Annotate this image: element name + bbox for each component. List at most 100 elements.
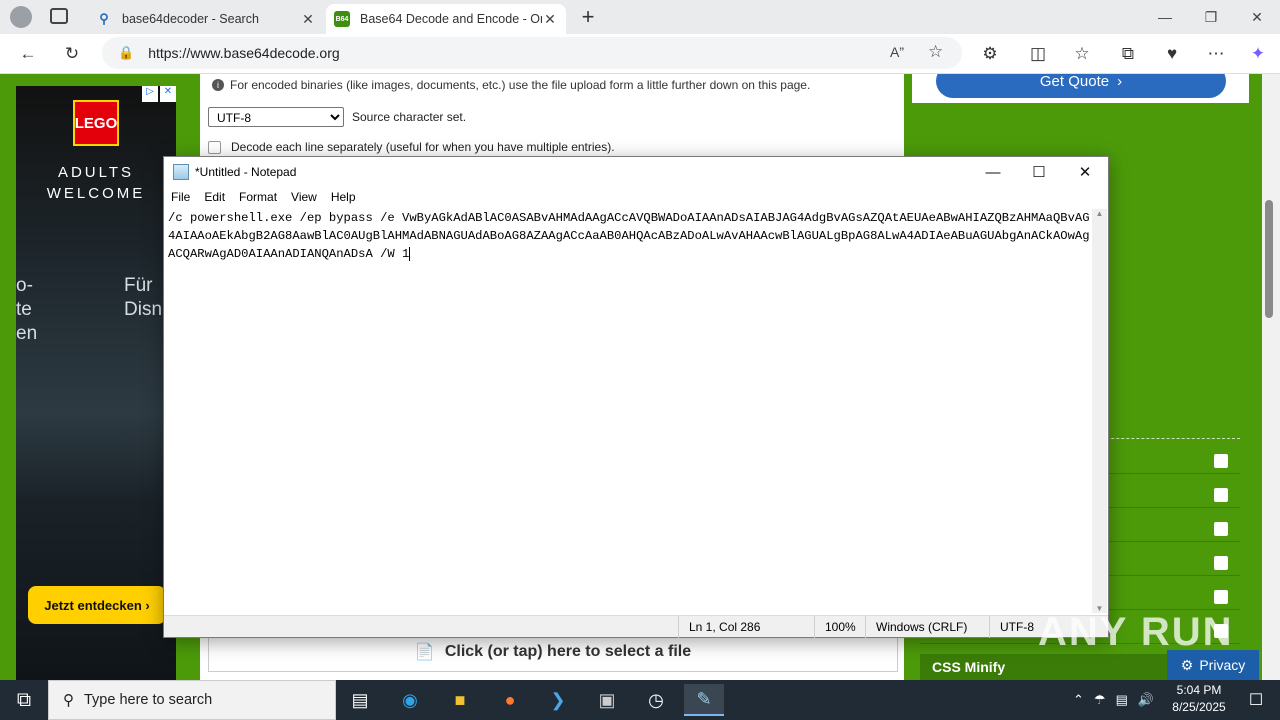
chevron-up-icon[interactable]: ⌃ xyxy=(1073,692,1084,708)
notepad-taskbar-icon[interactable]: ✎ xyxy=(684,684,724,716)
lego-advertisement[interactable]: ▷ ✕ LEGO ADULTS WELCOME o- te en Für Dis… xyxy=(16,86,176,680)
new-tab-button[interactable]: + xyxy=(576,4,600,30)
ad-text-fragment-right: Für Disn xyxy=(124,275,163,320)
anyrun-watermark: ANY RUN xyxy=(1038,610,1234,654)
read-aloud-icon[interactable]: A” xyxy=(890,44,904,60)
favorite-star-icon[interactable]: ☆ xyxy=(928,42,943,62)
more-menu-icon[interactable]: ⋯ xyxy=(1200,38,1232,70)
charset-label: Source character set. xyxy=(352,110,467,124)
network-icon[interactable]: ▤ xyxy=(1116,692,1128,708)
url-text: https://www.base64decode.org xyxy=(148,45,340,61)
ad-text-fragment-left: o- te en xyxy=(16,275,38,344)
shield-icon xyxy=(1214,590,1228,604)
file-icon: 📄 xyxy=(414,644,435,661)
ad-choices-icon[interactable]: ▷ xyxy=(142,86,158,102)
notepad-text-area[interactable]: /c powershell.exe /ep bypass /e VwByAGkA… xyxy=(168,209,1092,613)
ad-cta-button[interactable]: Jetzt entdecken › xyxy=(28,586,166,624)
ad-close-icon[interactable]: ✕ xyxy=(160,86,176,102)
shield-icon[interactable]: ☂ xyxy=(1094,692,1106,708)
gear-icon: ⚙ xyxy=(1180,656,1194,673)
back-icon[interactable]: ← xyxy=(12,38,44,70)
volume-icon[interactable]: 🔊 xyxy=(1138,692,1154,708)
notepad-title: *Untitled - Notepad xyxy=(195,165,297,179)
system-tray: ⌃ ☂ ▤ 🔊 xyxy=(1068,684,1159,716)
address-bar[interactable]: 🔒 https://www.base64decode.org A” ☆ xyxy=(102,37,962,69)
file-code-icon xyxy=(1214,556,1228,570)
file-select-button[interactable]: 📄 Click (or tap) here to select a file xyxy=(208,632,898,672)
status-line-endings: Windows (CRLF) xyxy=(865,616,989,638)
edge-icon[interactable]: ◉ xyxy=(390,684,430,716)
menu-view[interactable]: View xyxy=(291,190,317,204)
notepad-content: /c powershell.exe /ep bypass /e VwByAGkA… xyxy=(168,211,1090,261)
notepad-minimize-icon[interactable]: — xyxy=(970,157,1016,187)
notepad-close-icon[interactable]: ✕ xyxy=(1062,157,1108,187)
refresh-icon[interactable]: ↻ xyxy=(56,38,88,70)
collections-icon[interactable]: ⧉ xyxy=(1112,38,1144,70)
favorites-icon[interactable]: ☆ xyxy=(1066,38,1098,70)
file-icon xyxy=(1214,522,1228,536)
decode-lines-checkbox[interactable] xyxy=(208,140,221,154)
notepad-status-bar: Ln 1, Col 286 100% Windows (CRLF) UTF-8 xyxy=(164,615,1108,638)
task-view-icon[interactable]: ▤ xyxy=(340,684,380,716)
decode-lines-row: Decode each line separately (useful for … xyxy=(208,140,615,154)
menu-file[interactable]: File xyxy=(171,190,190,204)
page-scrollbar-thumb[interactable] xyxy=(1265,200,1273,318)
lego-logo: LEGO xyxy=(73,100,119,146)
ad-line1: ADULTS xyxy=(57,164,135,181)
charset-select[interactable]: UTF-8 xyxy=(208,107,344,127)
status-zoom: 100% xyxy=(814,616,865,638)
decode-lines-label: Decode each line separately (useful for … xyxy=(231,140,615,154)
close-tab-icon[interactable]: ✕ xyxy=(300,11,316,28)
taskbar-clock[interactable]: 5:04 PM 8/25/2025 xyxy=(1160,682,1238,718)
notepad-icon xyxy=(173,164,189,180)
taskbar: ⧉ ⚲ Type here to search ▤ ◉ ■ ● ❯ ▣ ◷ ✎ … xyxy=(0,680,1280,720)
info-row: i For encoded binaries (like images, doc… xyxy=(212,78,810,92)
lock-icon: 🔒 xyxy=(118,45,135,60)
clock-time: 5:04 PM xyxy=(1176,683,1222,697)
taskbar-search[interactable]: ⚲ Type here to search xyxy=(48,680,336,720)
profile-avatar[interactable] xyxy=(10,6,32,28)
tab-actions-icon[interactable] xyxy=(50,8,68,24)
notepad-window: *Untitled - Notepad — ☐ ✕ File Edit Form… xyxy=(163,156,1109,638)
menu-format[interactable]: Format xyxy=(239,190,277,204)
browser-tab-strip: ⚲ base64decoder - Search ✕ B64 Base64 De… xyxy=(0,0,1280,34)
copilot-icon[interactable]: ✦ xyxy=(1242,38,1274,70)
tab-base64[interactable]: B64 Base64 Decode and Encode - Onl ✕ xyxy=(326,4,566,34)
firefox-icon[interactable]: ● xyxy=(490,684,530,716)
restore-icon[interactable]: ❐ xyxy=(1188,0,1234,34)
envelope-icon xyxy=(1214,488,1228,502)
notepad-title-bar[interactable]: *Untitled - Notepad — ☐ ✕ xyxy=(164,157,1108,187)
b64-favicon-icon: B64 xyxy=(334,11,350,27)
chevron-right-icon: › xyxy=(1117,74,1123,90)
search-placeholder: Type here to search xyxy=(84,692,213,708)
notifications-icon[interactable]: ☐ xyxy=(1236,684,1276,716)
get-quote-button[interactable]: Get Quote › xyxy=(936,74,1226,98)
notepad-scrollbar[interactable]: ▲ ▼ xyxy=(1092,209,1107,613)
extensions-icon[interactable]: ⚙ xyxy=(974,38,1006,70)
windows-start-icon[interactable]: ⧉ xyxy=(4,684,44,716)
minimize-icon[interactable]: — xyxy=(1142,0,1188,34)
info-text: For encoded binaries (like images, docum… xyxy=(230,78,811,92)
menu-help[interactable]: Help xyxy=(331,190,356,204)
charset-row: UTF-8 Source character set. xyxy=(208,107,466,127)
split-screen-icon[interactable]: ◫ xyxy=(1022,38,1054,70)
powershell-icon[interactable]: ❯ xyxy=(538,684,578,716)
close-tab-icon[interactable]: ✕ xyxy=(542,11,558,28)
app-icon[interactable]: ▣ xyxy=(587,684,627,716)
notepad-maximize-icon[interactable]: ☐ xyxy=(1016,157,1062,187)
browser-essentials-icon[interactable]: ♥ xyxy=(1156,38,1188,70)
file-explorer-icon[interactable]: ■ xyxy=(440,684,480,716)
clock-app-icon[interactable]: ◷ xyxy=(636,684,676,716)
menu-edit[interactable]: Edit xyxy=(204,190,225,204)
envelope-open-icon xyxy=(1214,454,1228,468)
tab-search[interactable]: ⚲ base64decoder - Search ✕ xyxy=(88,4,324,34)
notepad-menu-bar: File Edit Format View Help xyxy=(164,187,1108,207)
close-window-icon[interactable]: ✕ xyxy=(1234,0,1280,34)
page-scrollbar[interactable] xyxy=(1262,74,1280,680)
css-minify-link[interactable]: CSS Minify xyxy=(920,654,1170,680)
scroll-up-icon[interactable]: ▲ xyxy=(1092,209,1107,218)
status-position: Ln 1, Col 286 xyxy=(678,616,814,638)
text-cursor xyxy=(409,246,411,261)
ad-line2: WELCOME xyxy=(46,185,146,202)
right-ad-panel: Get Quote › xyxy=(912,74,1249,103)
